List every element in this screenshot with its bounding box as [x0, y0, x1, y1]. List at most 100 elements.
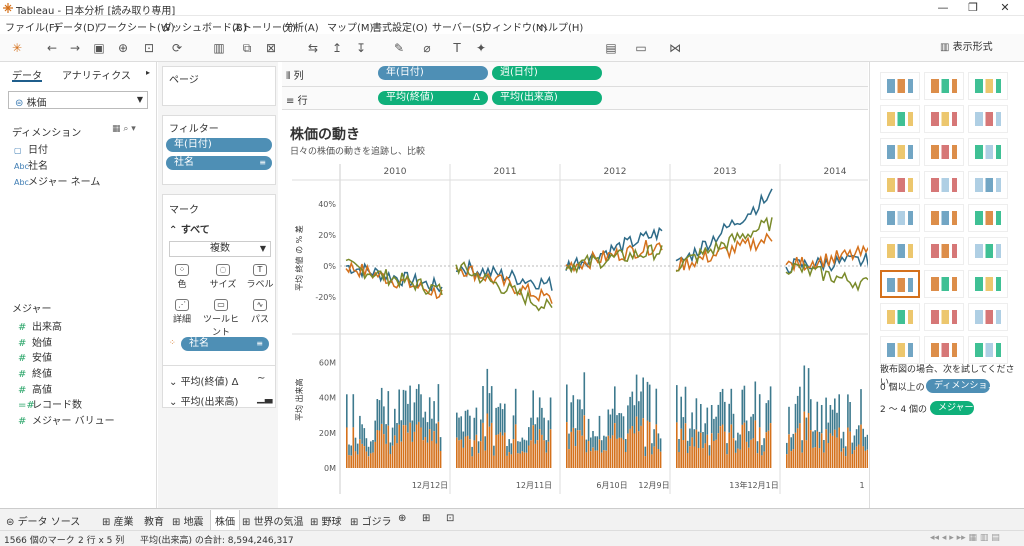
showme-chart-option[interactable]	[924, 270, 964, 298]
filters-card[interactable]: フィルター 年(日付) 社名 ≡	[162, 115, 276, 185]
group-icon[interactable]: ⌀	[420, 41, 434, 55]
showme-chart-option[interactable]	[924, 303, 964, 331]
sheet-nav-icon[interactable]: ◂◂ ◂ ▸ ▸▸ ▦ ▥ ▤	[930, 533, 1000, 543]
path-button[interactable]: ∿ パス	[245, 298, 275, 326]
showme-chart-option[interactable]	[880, 105, 920, 133]
showme-toggle-button[interactable]: ▥ 表示形式	[940, 37, 1020, 59]
showme-chart-option[interactable]	[924, 237, 964, 265]
field-open[interactable]: # 始値	[18, 334, 52, 349]
filter-pill-company[interactable]: 社名 ≡	[166, 156, 272, 170]
menu-map[interactable]: マップ(M)	[327, 19, 373, 34]
restore-button[interactable]: ❐	[958, 0, 988, 16]
pin-icon[interactable]: ✦	[474, 41, 488, 55]
new-dashboard-icon[interactable]: ⊞	[422, 513, 430, 524]
tab-analytics[interactable]: アナリティクス	[62, 64, 131, 82]
refresh-icon[interactable]: ⟳	[170, 41, 184, 55]
menu-analysis[interactable]: 分析(A)	[284, 19, 319, 34]
marks-volume-section[interactable]: ⌄ 平均(出来高)	[169, 393, 238, 408]
size-button[interactable]: ◌ サイズ	[205, 263, 241, 291]
field-measure-values[interactable]: # メジャー バリュー	[18, 412, 115, 427]
field-date[interactable]: ▢ 日付	[14, 141, 48, 156]
showme-chart-option[interactable]	[968, 171, 1008, 199]
tab-sheet-temperature[interactable]: ⊞ 世界の気温	[242, 513, 304, 528]
marks-all-section[interactable]: ⌃ すべて	[169, 221, 210, 236]
showme-chart-option[interactable]	[968, 204, 1008, 232]
showme-chart-option[interactable]	[924, 336, 964, 364]
tab-sheet-industry[interactable]: ⊞ 産業	[102, 513, 134, 528]
showme-chart-option[interactable]	[924, 171, 964, 199]
detail-button[interactable]: ⋰ 詳細	[167, 298, 197, 326]
row-pill-close[interactable]: 平均(終値) Δ	[378, 91, 488, 105]
tab-data[interactable]: データ	[12, 64, 42, 82]
duplicate-sheet-icon[interactable]: ⧉	[240, 41, 254, 55]
menu-help[interactable]: ヘルプ(H)	[538, 19, 583, 34]
showme-chart-option[interactable]	[880, 138, 920, 166]
pause-updates-icon[interactable]: ⊡	[142, 41, 156, 55]
tab-sheet-baseball[interactable]: ⊞ 野球	[310, 513, 342, 528]
showme-chart-option[interactable]	[924, 72, 964, 100]
new-sheet-icon[interactable]: ▥	[212, 41, 226, 55]
label-icon[interactable]: T	[450, 41, 464, 55]
new-worksheet-icon[interactable]: ⊕	[398, 513, 406, 524]
tableau-home-icon[interactable]: ✳	[10, 41, 24, 55]
clear-sheet-icon[interactable]: ⊠	[264, 41, 278, 55]
showme-chart-option[interactable]	[880, 237, 920, 265]
field-close[interactable]: # 終値	[18, 365, 52, 380]
tab-sheet-education[interactable]: 教育	[144, 513, 164, 528]
showme-chart-option[interactable]	[968, 105, 1008, 133]
field-volume[interactable]: # 出来高	[18, 318, 62, 333]
chart-canvas[interactable]: 2010 2011 2012 2013 2014 40% 20% 0% -20% 平均 終値 の …	[282, 116, 868, 502]
tab-sheet-stocks[interactable]: 株価	[210, 510, 240, 532]
showme-chart-option[interactable]	[880, 303, 920, 331]
marks-close-section[interactable]: ⌄ 平均(終値) Δ	[169, 373, 238, 388]
pane-menu-icon[interactable]: ▸	[146, 68, 150, 77]
tooltip-button[interactable]: ▭ ツールヒント	[199, 298, 243, 338]
menu-format[interactable]: 書式設定(O)	[372, 19, 428, 34]
menu-file[interactable]: ファイル(F)	[5, 19, 59, 34]
color-button[interactable]: ⁘ 色	[167, 263, 197, 291]
showme-chart-option[interactable]	[924, 138, 964, 166]
minimize-button[interactable]: —	[928, 0, 958, 16]
tab-sheet-godzilla[interactable]: ⊞ ゴジラ	[350, 513, 392, 528]
sort-desc-icon[interactable]: ↧	[354, 41, 368, 55]
field-measure-names[interactable]: Abcメジャー ネーム	[14, 173, 100, 188]
row-pill-volume[interactable]: 平均(出来高)	[492, 91, 602, 105]
menu-server[interactable]: サーバー(S)	[432, 19, 486, 34]
new-story-icon[interactable]: ⊡	[446, 513, 454, 524]
tab-sheet-earthquake[interactable]: ⊞ 地震	[172, 513, 204, 528]
marks-card[interactable]: マーク ⌃ すべて 複数 ▼ ⁘ 色 ◌ サイズ T ラベル ⋰ 詳細 ▭ ツールヒント …	[162, 194, 276, 408]
swap-icon[interactable]: ⇆	[306, 41, 320, 55]
undo-icon[interactable]: ←	[45, 41, 59, 55]
menu-data[interactable]: データ(D)	[53, 19, 99, 34]
showme-chart-option[interactable]	[880, 204, 920, 232]
field-company[interactable]: Abc社名	[14, 157, 48, 172]
showme-chart-option[interactable]	[924, 105, 964, 133]
showme-chart-option[interactable]	[880, 270, 920, 298]
showme-chart-option[interactable]	[880, 336, 920, 364]
datasource-select[interactable]: ⊜ 株価 ▼	[8, 91, 148, 109]
showme-chart-option[interactable]	[880, 72, 920, 100]
new-datasource-icon[interactable]: ⊕	[116, 41, 130, 55]
label-button[interactable]: T ラベル	[245, 263, 275, 291]
showme-chart-option[interactable]	[968, 336, 1008, 364]
showme-chart-option[interactable]	[968, 237, 1008, 265]
showme-chart-option[interactable]	[968, 270, 1008, 298]
save-icon[interactable]: ▣	[92, 41, 106, 55]
view-options-icon[interactable]: ▦ ⌕ ▾	[112, 124, 136, 134]
presentation-icon[interactable]: ▭	[634, 41, 648, 55]
field-high[interactable]: # 高値	[18, 381, 52, 396]
pages-card[interactable]: ページ	[162, 66, 276, 106]
marks-pill-company[interactable]: 社名 ≡	[181, 337, 269, 351]
col-pill-year[interactable]: 年(日付)	[378, 66, 488, 80]
sort-asc-icon[interactable]: ↥	[330, 41, 344, 55]
showme-chart-option[interactable]	[880, 171, 920, 199]
field-low[interactable]: # 安値	[18, 349, 52, 364]
highlight-icon[interactable]: ✎	[392, 41, 406, 55]
show-cards-icon[interactable]: ▤	[604, 41, 618, 55]
showme-chart-option[interactable]	[968, 138, 1008, 166]
mark-type-select[interactable]: 複数 ▼	[169, 241, 271, 257]
tab-datasource[interactable]: ⊜ データ ソース	[6, 513, 80, 528]
showme-chart-option[interactable]	[924, 204, 964, 232]
close-button[interactable]: ✕	[990, 0, 1020, 16]
share-icon[interactable]: ⋈	[668, 41, 682, 55]
